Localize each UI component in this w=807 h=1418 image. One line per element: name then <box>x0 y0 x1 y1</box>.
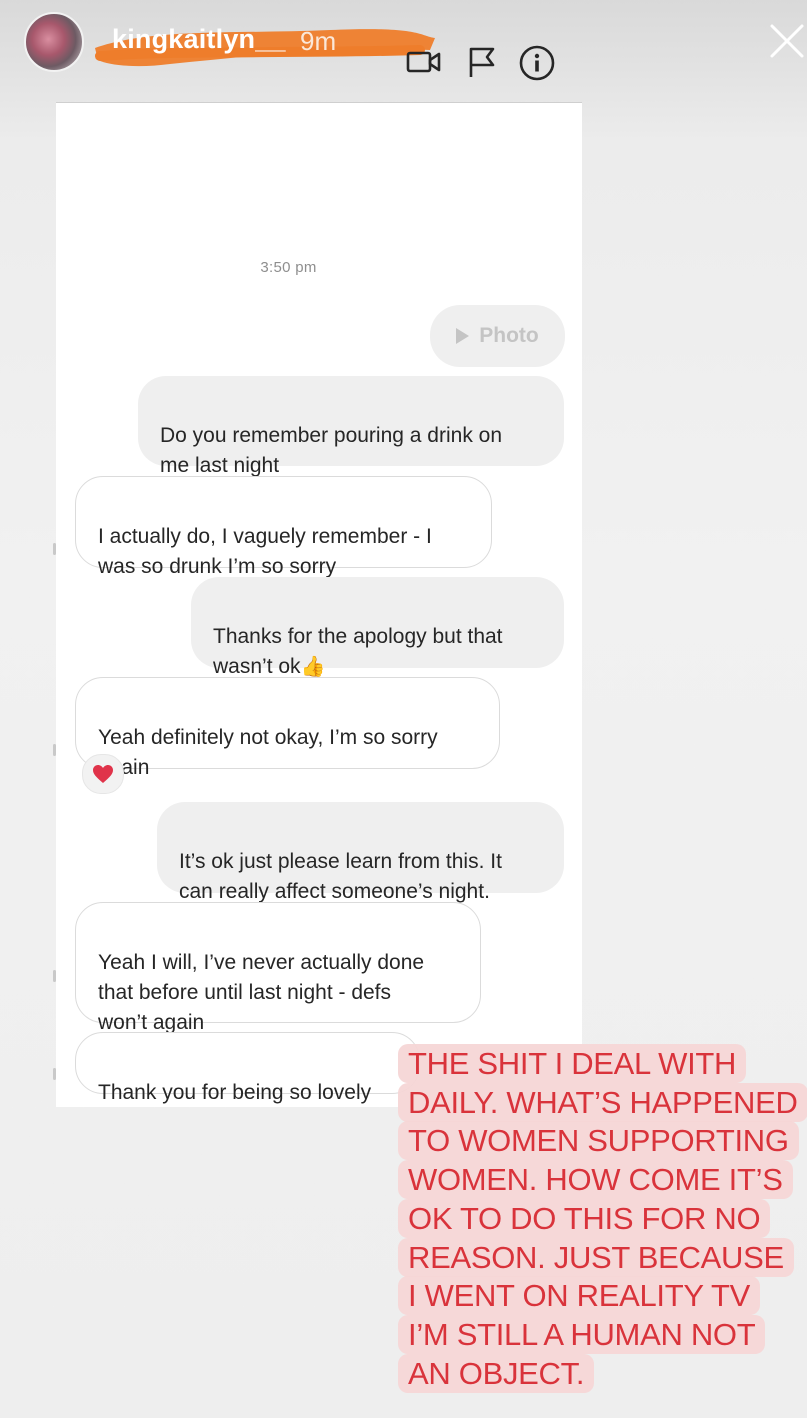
photo-message[interactable]: Photo <box>430 305 565 367</box>
message-bubble-sent[interactable]: It’s ok just please learn from this. It … <box>157 802 564 903</box>
avatar[interactable] <box>24 12 84 72</box>
close-icon[interactable] <box>766 20 806 60</box>
photo-label: Photo <box>479 324 539 347</box>
message-bubble-received[interactable]: Yeah definitely not okay, I’m so sorry a… <box>75 677 500 779</box>
message-text: Thank you for being so lovely <box>98 1081 372 1104</box>
message-bubble-received[interactable]: Yeah I will, I’ve never actually done th… <box>75 902 481 1034</box>
read-marker <box>53 970 56 982</box>
message-bubble-received[interactable]: Thank you for being so lovely <box>75 1032 420 1104</box>
read-marker <box>53 543 56 555</box>
story-caption: THE SHIT I DEAL WITH DAILY. WHAT’S HAPPE… <box>398 1044 807 1393</box>
thumbs-up-emoji: 👍 <box>300 656 326 678</box>
message-text: It’s ok just please learn from this. It … <box>179 850 502 903</box>
message-bubble-sent[interactable]: Thanks for the apology but that wasn’t o… <box>191 577 564 678</box>
message-text: Yeah I will, I’ve never actually done th… <box>98 951 425 1034</box>
info-icon[interactable] <box>518 44 556 82</box>
read-marker <box>53 1068 56 1080</box>
flag-icon[interactable] <box>466 44 498 80</box>
message-timestamp: 3:50 pm <box>260 259 317 276</box>
username[interactable]: kingkaitlyn__ <box>112 24 286 55</box>
message-bubble-received[interactable]: I actually do, I vaguely remember - I wa… <box>75 476 492 578</box>
heart-reaction[interactable] <box>82 754 124 794</box>
caption-text: THE SHIT I DEAL WITH DAILY. WHAT’S HAPPE… <box>398 1044 807 1393</box>
heart-icon <box>93 765 113 783</box>
story-time-ago: 9m <box>300 26 337 56</box>
read-marker <box>53 744 56 756</box>
play-icon <box>456 328 470 344</box>
message-bubble-sent[interactable]: Do you remember pouring a drink on me la… <box>138 376 564 477</box>
video-call-icon[interactable] <box>406 44 442 80</box>
